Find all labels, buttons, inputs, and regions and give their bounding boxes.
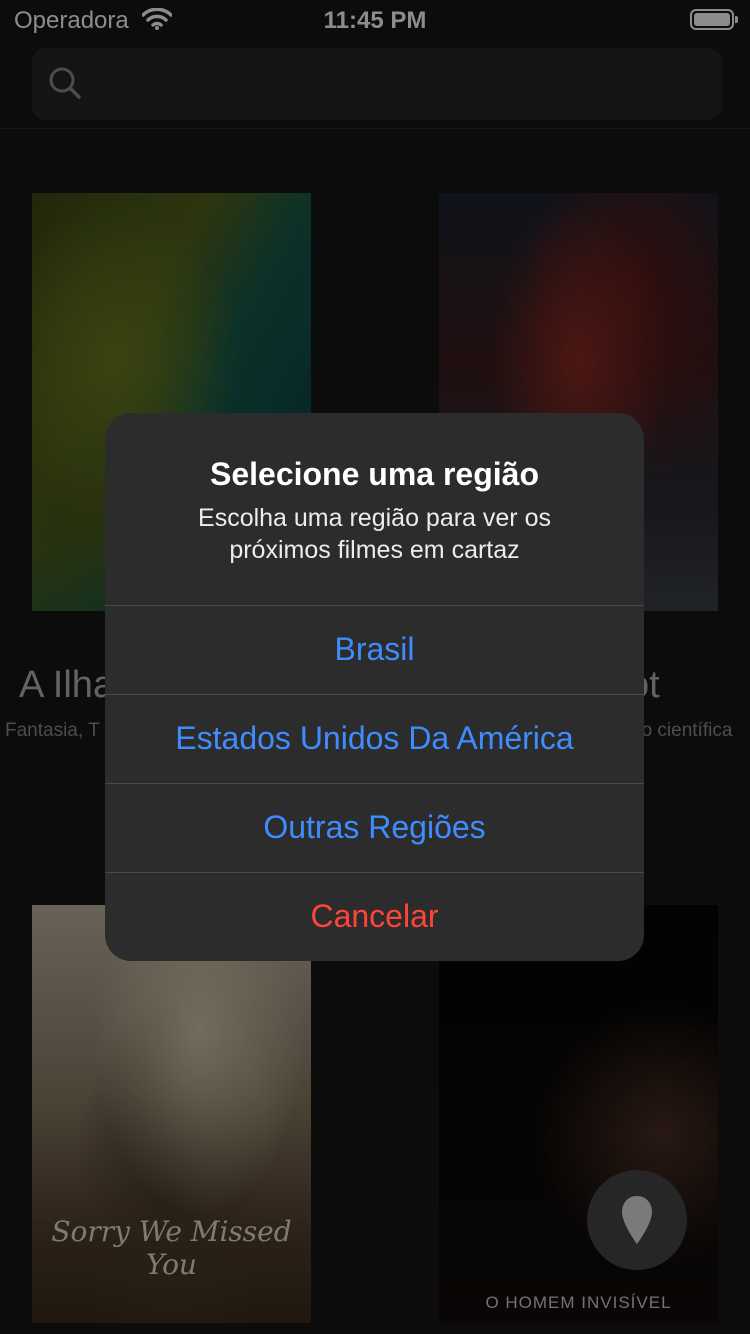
- alert-message: Escolha uma região para ver os próximos …: [198, 504, 551, 564]
- cancel-button[interactable]: Cancelar: [105, 872, 644, 960]
- map-pin-icon: [622, 1196, 652, 1244]
- region-alert: Selecione uma região Escolha uma região …: [105, 413, 644, 961]
- region-option-other[interactable]: Outras Regiões: [105, 783, 644, 871]
- location-button[interactable]: [587, 1170, 687, 1270]
- alert-title: Selecione uma região: [209, 456, 539, 492]
- region-option-brasil[interactable]: Brasil: [105, 605, 644, 693]
- region-option-usa[interactable]: Estados Unidos Da América: [105, 694, 644, 782]
